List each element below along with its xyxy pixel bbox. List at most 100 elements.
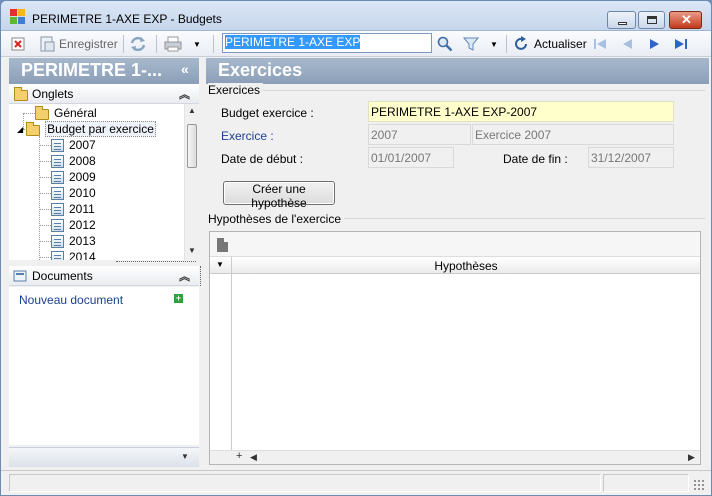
tabs-section-header[interactable]: Onglets ︽: [9, 84, 199, 104]
scroll-up-icon[interactable]: ▲: [188, 106, 196, 115]
scroll-right-icon[interactable]: ▶: [688, 452, 695, 463]
next-record-button[interactable]: [646, 34, 662, 54]
sync-icon: [130, 36, 146, 52]
exercice-code-field[interactable]: 2007: [368, 124, 471, 145]
tree-item-label: 2009: [69, 170, 96, 184]
save-label: Enregistrer: [59, 37, 118, 51]
create-hypothesis-button[interactable]: Créer une hypothèse: [223, 181, 335, 210]
tree-item-label: 2007: [69, 138, 96, 152]
close-button[interactable]: ✕: [669, 11, 702, 29]
exercice-name-field[interactable]: Exercice 2007: [472, 124, 674, 145]
document-icon: [51, 154, 64, 168]
tree-item-general[interactable]: Général: [35, 105, 97, 121]
chevron-up-icon[interactable]: ︽: [179, 86, 190, 102]
tree-item-label: 2013: [69, 234, 96, 248]
tree-item-2008[interactable]: 2008: [51, 153, 96, 169]
scroll-down-icon[interactable]: ▼: [188, 246, 196, 255]
sync-button[interactable]: [129, 34, 147, 54]
main-header: Exercices: [206, 58, 709, 84]
chevron-up-icon[interactable]: ︽: [179, 268, 190, 284]
folder-icon: [35, 105, 49, 120]
tree-item-label: 2008: [69, 154, 96, 168]
search-button[interactable]: [437, 34, 453, 54]
first-record-button[interactable]: [592, 34, 608, 54]
window-title: PERIMETRE 1-AXE EXP - Budgets: [32, 12, 222, 26]
maximize-icon: [647, 16, 657, 24]
refresh-icon: [515, 36, 527, 50]
add-icon[interactable]: +: [174, 294, 183, 303]
scroll-thumb[interactable]: [187, 124, 197, 168]
tree-item-label: 2012: [69, 218, 96, 232]
vertical-splitter[interactable]: [200, 266, 202, 286]
budget-exercice-field[interactable]: PERIMETRE 1-AXE EXP-2007: [368, 101, 674, 122]
print-button[interactable]: [164, 34, 182, 54]
minimize-icon: [618, 22, 627, 25]
tree-item-label: 2011: [69, 202, 95, 216]
print-dropdown[interactable]: ▼: [193, 34, 201, 54]
maximize-button[interactable]: [638, 11, 665, 29]
tree-item-label: 2010: [69, 186, 96, 200]
new-row-icon[interactable]: [217, 238, 228, 252]
document-icon: [51, 138, 64, 152]
document-icon: [51, 186, 64, 200]
expand-icon[interactable]: +: [236, 450, 242, 462]
start-date-label: Date de début :: [221, 152, 304, 166]
document-icon: [51, 170, 64, 184]
tree-scrollbar[interactable]: ▲ ▼: [184, 104, 199, 260]
refresh-button[interactable]: Actualiser: [513, 34, 587, 54]
tree-item-2010[interactable]: 2010: [51, 185, 96, 201]
first-icon: [594, 39, 606, 49]
last-record-button[interactable]: [673, 34, 689, 54]
tabs-tree: Général ◢ Budget par exercice 2007 2008 …: [9, 104, 199, 260]
new-document-link[interactable]: Nouveau document: [19, 293, 123, 307]
tree-item-2013[interactable]: 2013: [51, 233, 96, 249]
printer-icon: [164, 36, 182, 52]
tree-item-2007[interactable]: 2007: [51, 137, 96, 153]
end-date-field[interactable]: 31/12/2007: [588, 147, 674, 168]
grid-row-header-column: [210, 274, 232, 450]
documents-icon: [13, 270, 27, 282]
tree-item-budget-par-exercice[interactable]: ◢ Budget par exercice: [17, 121, 156, 137]
tree-item-2014[interactable]: 2014: [51, 249, 96, 260]
document-icon: [51, 202, 64, 216]
filter-dropdown[interactable]: ▼: [490, 34, 498, 54]
grid-toolbar: [210, 232, 700, 257]
document-icon: [51, 250, 64, 260]
toolbar: Enregistrer ▼ PERIMETRE 1-AXE EXP ▼ Actu…: [1, 31, 711, 57]
tree-item-label: Général: [54, 106, 97, 120]
close-icon: ✕: [681, 12, 692, 27]
chevron-down-icon[interactable]: ▼: [181, 452, 189, 461]
chevron-down-icon: ▼: [193, 39, 201, 49]
app-window: PERIMETRE 1-AXE EXP - Budgets ✕ Enregist…: [0, 0, 712, 496]
grid-row-header-corner[interactable]: ▼: [210, 257, 232, 274]
tree-item-2011[interactable]: 2011: [51, 201, 95, 217]
refresh-label: Actualiser: [534, 37, 587, 51]
collapse-panel-icon[interactable]: «: [181, 61, 189, 77]
filter-button[interactable]: [463, 34, 479, 54]
tabs-section-label: Onglets: [32, 87, 74, 101]
save-button[interactable]: Enregistrer: [39, 34, 118, 54]
document-icon: [51, 234, 64, 248]
tree-item-2012[interactable]: 2012: [51, 217, 96, 233]
title-bar: PERIMETRE 1-AXE EXP - Budgets ✕: [1, 1, 711, 31]
documents-panel: Nouveau document +: [9, 287, 199, 445]
exercice-label-link[interactable]: Exercice :: [221, 129, 274, 143]
search-input[interactable]: PERIMETRE 1-AXE EXP: [222, 33, 432, 53]
expand-arrow-icon[interactable]: ◢: [17, 125, 23, 134]
next-icon: [650, 39, 659, 49]
resize-grip-icon[interactable]: [693, 479, 705, 491]
grid-column-header-hypotheses[interactable]: Hypothèses: [232, 257, 700, 274]
status-bar: [1, 470, 711, 495]
documents-section-label: Documents: [32, 269, 93, 283]
chevron-down-icon: ▼: [490, 39, 498, 49]
delete-button[interactable]: [11, 34, 25, 54]
minimize-button[interactable]: [607, 11, 636, 29]
start-date-field[interactable]: 01/01/2007: [368, 147, 454, 168]
tree-item-2009[interactable]: 2009: [51, 169, 96, 185]
documents-section-header[interactable]: Documents ︽: [9, 266, 199, 286]
panel-splitter[interactable]: [116, 261, 196, 262]
scroll-left-icon[interactable]: ◀: [250, 452, 257, 463]
grid-horizontal-scrollbar[interactable]: + ◀ ▶: [210, 450, 700, 464]
previous-record-button[interactable]: [620, 34, 636, 54]
last-icon: [675, 39, 687, 49]
